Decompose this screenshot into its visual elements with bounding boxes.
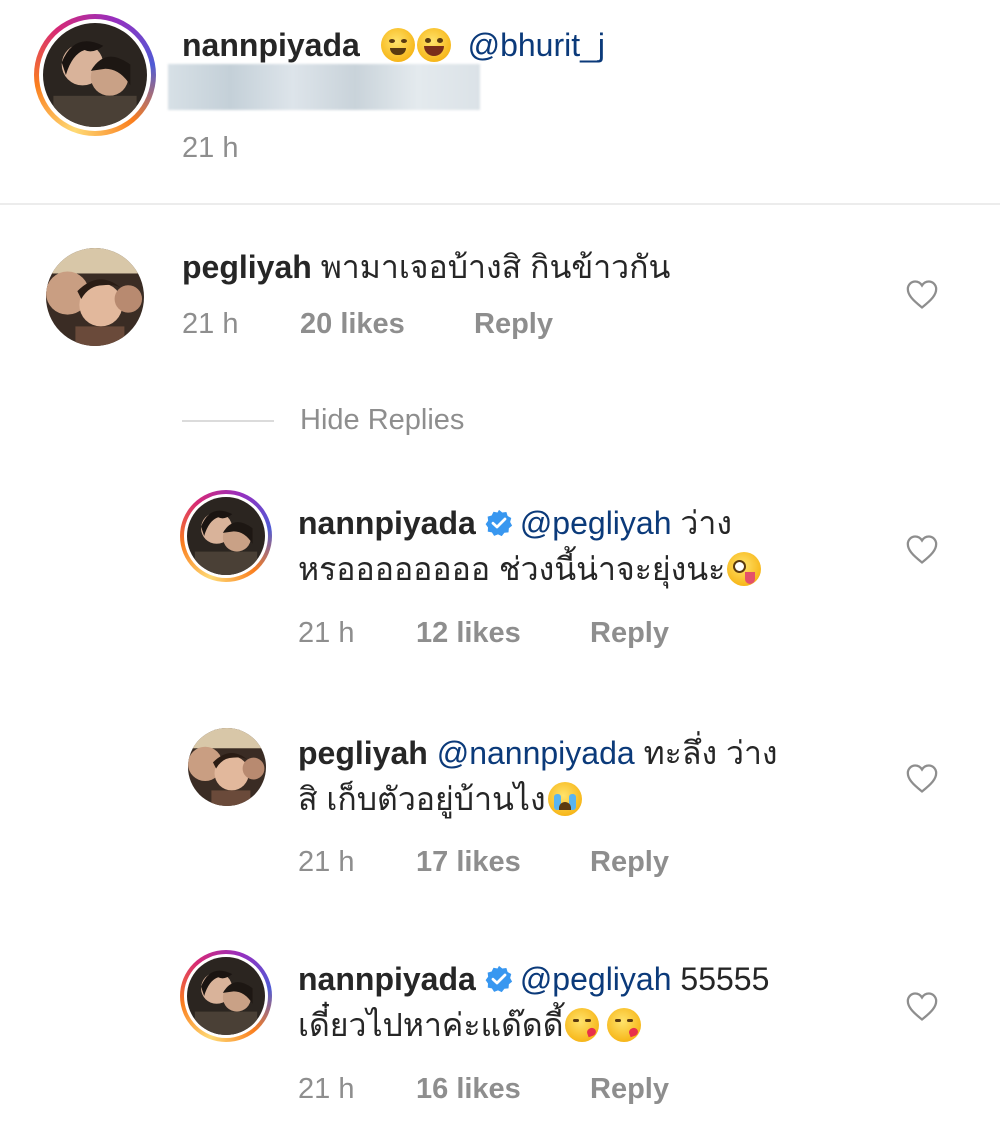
reply-likes[interactable]: 17 likes [416,846,590,879]
reply-mention[interactable]: @pegliyah [520,505,672,541]
comment-body: พามาเจอบ้างสิ กินข้าวกัน [320,249,671,285]
avatar [187,957,265,1035]
reply-button[interactable]: Reply [590,617,669,650]
reply-body-line1: ว่าง [671,505,732,541]
post-caption: nannpiyada @bhurit_j [182,22,962,68]
reply-text: nannpiyada @pegliyah 55555 เดี๋ยวไปหาค่ะแ… [298,956,888,1048]
like-heart-icon[interactable] [905,533,939,565]
reply-mention[interactable]: @nannpiyada [437,735,635,771]
post-avatar-ring[interactable] [34,14,156,136]
comment-likes[interactable]: 20 likes [300,308,474,341]
reply-body-line2: สิ เก็บตัวอยู่บ้านไง [298,781,546,817]
reply-time: 21 h [298,846,355,878]
reply-body-line2: หรออออออออ ช่วงนี้น่าจะยุ่งนะ [298,551,726,587]
hide-replies-label: Hide Replies [300,404,465,436]
loudly-crying-face-emoji [547,782,582,816]
reply-avatar-ring[interactable] [180,950,272,1042]
reply-time: 21 h [298,1073,355,1105]
reply-body-line1: ทะลึ่ง ว่าง [634,735,778,771]
reply-button[interactable]: Reply [590,1073,669,1106]
post-username[interactable]: nannpiyada [182,27,360,63]
reply-username[interactable]: nannpiyada [298,505,476,541]
section-divider [0,203,1000,205]
comment-username[interactable]: pegliyah [182,249,312,285]
post-mention[interactable]: @bhurit_j [468,27,605,63]
comment-text: pegliyah พามาเจอบ้างสิ กินข้าวกัน [182,244,882,290]
like-heart-icon[interactable] [905,278,939,310]
reply-likes[interactable]: 12 likes [416,617,590,650]
reply-body-line1: 55555 [671,961,770,997]
reply-mention[interactable]: @pegliyah [520,961,672,997]
avatar [187,497,265,575]
post-time: 21 h [182,132,239,164]
reply-text: nannpiyada @pegliyah ว่าง หรออออออออ ช่วง… [298,500,878,592]
avatar [43,23,147,127]
avatar [46,248,144,346]
face-blowing-kiss-emoji [565,1008,600,1042]
reply-button[interactable]: Reply [474,308,553,341]
reply-body-line2: เดี๋ยวไปหาค่ะแด๊ดดี้ [298,1007,564,1043]
reply-avatar-ring[interactable] [180,490,272,582]
verified-badge-icon [484,508,514,538]
reply-meta: 21 h 12 likes Reply [298,617,669,650]
smiling-face-emoji [380,28,415,62]
like-heart-icon[interactable] [905,762,939,794]
reply-username[interactable]: pegliyah [298,735,428,771]
hide-replies-line [182,419,274,422]
avatar [188,728,266,806]
blurred-text [168,64,480,110]
reply-button[interactable]: Reply [590,846,669,879]
post-meta: 21 h [182,132,300,165]
like-heart-icon[interactable] [905,990,939,1022]
hide-replies-toggle[interactable]: Hide Replies [182,404,464,437]
reply-time: 21 h [298,617,355,649]
reply-meta: 21 h 16 likes Reply [298,1073,669,1106]
reply-text: pegliyah @nannpiyada ทะลึ่ง ว่าง สิ เก็บ… [298,730,878,822]
reply-likes[interactable]: 16 likes [416,1073,590,1106]
comment-avatar[interactable] [46,248,144,346]
comment-time: 21 h [182,308,239,340]
comment-meta: 21 h 20 likes Reply [182,308,553,341]
reply-meta: 21 h 17 likes Reply [298,846,669,879]
grinning-face-emoji [416,28,451,62]
zany-face-emoji [727,552,762,586]
reply-username[interactable]: nannpiyada [298,961,476,997]
reply-avatar[interactable] [188,728,266,806]
face-blowing-kiss-emoji [607,1008,642,1042]
verified-badge-icon [484,964,514,994]
